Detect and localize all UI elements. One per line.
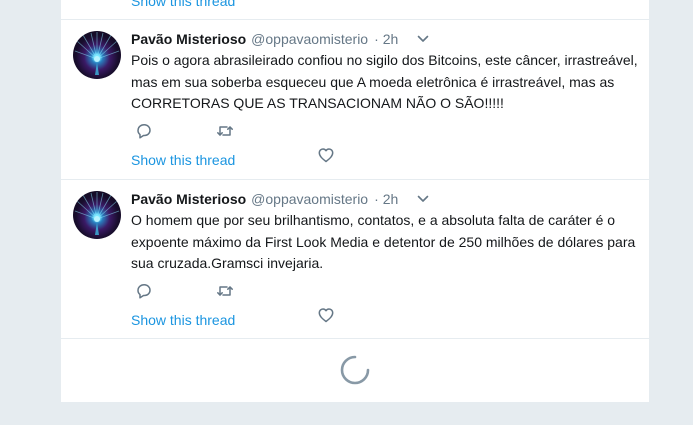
show-thread-link[interactable]: Show this thread: [131, 312, 235, 328]
show-thread-link[interactable]: Show this thread: [131, 152, 235, 168]
author-name[interactable]: Pavão Misterioso: [131, 31, 246, 47]
heart-icon[interactable]: [316, 305, 336, 325]
tweet-actions: [131, 281, 235, 301]
avatar[interactable]: [73, 191, 121, 239]
timestamp[interactable]: 2h: [383, 31, 399, 47]
tweet[interactable]: Pavão Misterioso @oppavaomisterio · 2h O…: [61, 179, 649, 339]
tweet[interactable]: Pavão Misterioso @oppavaomisterio · 2h P…: [61, 19, 649, 179]
avatar[interactable]: [73, 31, 121, 79]
author-handle[interactable]: @oppavaomisterio: [251, 31, 368, 47]
loading-spinner-icon: [339, 354, 371, 386]
tweet-actions: [131, 121, 235, 141]
chevron-down-icon[interactable]: [416, 32, 430, 46]
separator: ·: [374, 191, 379, 207]
heart-icon[interactable]: [316, 145, 336, 165]
tweet-text: O homem que por seu brilhantismo, contat…: [131, 212, 636, 271]
author-name[interactable]: Pavão Misterioso: [131, 191, 246, 207]
timestamp[interactable]: 2h: [383, 191, 399, 207]
retweet-icon[interactable]: [215, 281, 235, 301]
show-thread-link[interactable]: Show this thread: [131, 0, 235, 9]
separator: ·: [374, 31, 379, 47]
reply-icon[interactable]: [134, 121, 154, 141]
retweet-icon[interactable]: [215, 121, 235, 141]
reply-icon[interactable]: [134, 281, 154, 301]
tweet-header: Pavão Misterioso @oppavaomisterio · 2h: [131, 29, 430, 49]
author-handle[interactable]: @oppavaomisterio: [251, 191, 368, 207]
tweet-text: Pois o agora abrasileirado confiou no si…: [131, 52, 638, 111]
chevron-down-icon[interactable]: [416, 192, 430, 206]
tweet-header: Pavão Misterioso @oppavaomisterio · 2h: [131, 189, 430, 209]
